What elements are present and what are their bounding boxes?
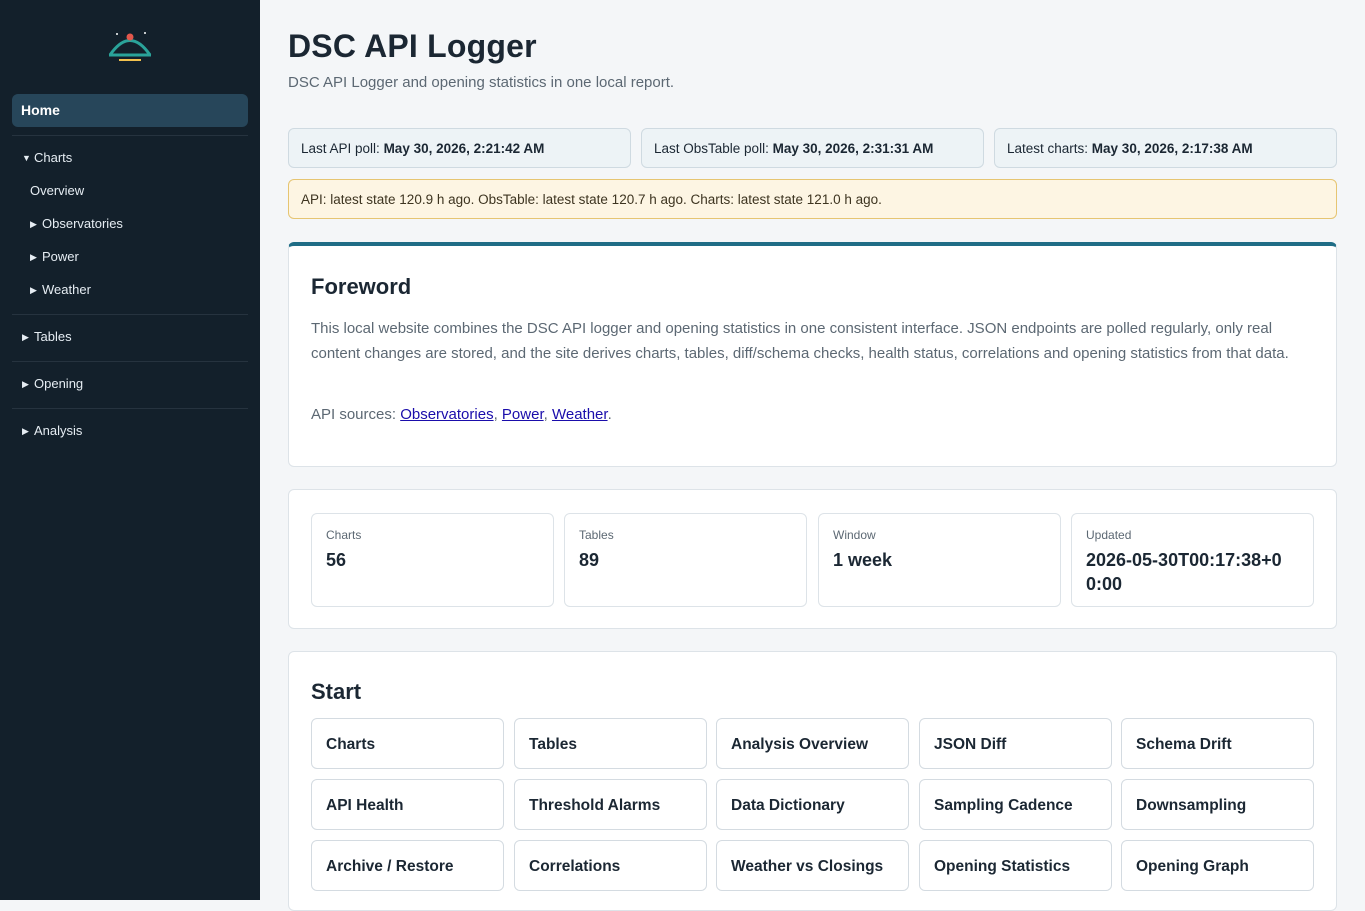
stat-window: Window 1 week [818, 513, 1061, 607]
link-separator: , [493, 406, 502, 423]
stat-label: Updated [1086, 528, 1132, 542]
page-title: DSC API Logger [288, 28, 537, 64]
nav-power[interactable]: ▶ Power [30, 248, 79, 266]
start-tile-json-diff[interactable]: JSON Diff [919, 718, 1112, 769]
nav-weather[interactable]: ▶ Weather [30, 281, 91, 299]
stats-card: Charts 56 Tables 89 Window 1 week Update… [288, 489, 1337, 629]
link-separator: , [543, 406, 552, 423]
link-end: . [607, 406, 612, 423]
divider [12, 408, 248, 409]
page-subtitle: DSC API Logger and opening statistics in… [288, 74, 675, 91]
start-tile-correlations[interactable]: Correlations [514, 840, 707, 891]
stat-value: 89 [579, 550, 600, 570]
stat-tables: Tables 89 [564, 513, 807, 607]
link-power[interactable]: Power [502, 406, 544, 423]
nav-observatories-label: Observatories [42, 216, 123, 231]
nav-overview[interactable]: Overview [30, 182, 84, 200]
stat-label: Charts [326, 528, 362, 542]
api-sources-label: API sources: [311, 406, 401, 423]
stat-value: 2026-05-30T00:17:38+00:00 [1086, 550, 1282, 594]
nav-opening[interactable]: ▶ Opening [22, 375, 83, 393]
sidebar: Home ▼ Charts Overview ▶ Observatories ▶ Po… [0, 0, 260, 900]
latest-charts: Latest charts: May 30, 2026, 2:17:38 AM [994, 128, 1337, 168]
divider [12, 314, 248, 315]
divider [12, 135, 248, 136]
foreword-text: This local website combines the DSC API … [311, 320, 1289, 362]
start-tile-data-dictionary[interactable]: Data Dictionary [716, 779, 909, 830]
start-tile-opening-graph[interactable]: Opening Graph [1121, 840, 1314, 891]
stat-updated: Updated 2026-05-30T00:17:38+00:00 [1071, 513, 1314, 607]
poll-label: Last ObsTable poll: [654, 141, 773, 156]
stat-charts: Charts 56 [311, 513, 554, 607]
start-tile-charts[interactable]: Charts [311, 718, 504, 769]
start-tile-api-health[interactable]: API Health [311, 779, 504, 830]
triangle-right-icon: ▶ [30, 285, 37, 295]
start-tile-schema-drift[interactable]: Schema Drift [1121, 718, 1314, 769]
stat-label: Tables [579, 528, 614, 542]
divider [12, 361, 248, 362]
poll-value: May 30, 2026, 2:21:42 AM [383, 141, 545, 156]
stat-value: 56 [326, 550, 347, 570]
last-obstable-poll: Last ObsTable poll: May 30, 2026, 2:31:3… [641, 128, 984, 168]
poll-label: Latest charts: [1007, 141, 1092, 156]
start-tile-archive-restore[interactable]: Archive / Restore [311, 840, 504, 891]
start-tile-opening-statistics[interactable]: Opening Statistics [919, 840, 1112, 891]
triangle-right-icon: ▶ [22, 332, 29, 342]
triangle-down-icon: ▼ [22, 153, 31, 163]
link-weather[interactable]: Weather [552, 406, 608, 423]
nav-opening-label: Opening [34, 376, 84, 391]
nav-analysis-label: Analysis [34, 423, 83, 438]
stat-value: 1 week [833, 550, 893, 570]
api-sources: API sources: Observatories, Power, Weath… [311, 406, 612, 423]
nav-charts-label: Charts [34, 150, 73, 165]
observatory-dome-icon[interactable] [105, 28, 155, 68]
triangle-right-icon: ▶ [30, 252, 37, 262]
nav-observatories[interactable]: ▶ Observatories [30, 215, 123, 233]
triangle-right-icon: ▶ [22, 379, 29, 389]
foreword-title: Foreword [311, 274, 412, 299]
start-tile-downsampling[interactable]: Downsampling [1121, 779, 1314, 830]
nav-power-label: Power [42, 249, 79, 264]
start-tile-weather-vs-closings[interactable]: Weather vs Closings [716, 840, 909, 891]
start-tile-sampling-cadence[interactable]: Sampling Cadence [919, 779, 1112, 830]
nav-charts[interactable]: ▼ Charts [22, 149, 72, 167]
start-tile-analysis-overview[interactable]: Analysis Overview [716, 718, 909, 769]
triangle-right-icon: ▶ [22, 426, 29, 436]
poll-value: May 30, 2026, 2:17:38 AM [1091, 141, 1253, 156]
poll-value: May 30, 2026, 2:31:31 AM [772, 141, 934, 156]
start-card: Start Charts Tables Analysis Overview JS… [288, 651, 1337, 911]
foreword-card: Foreword This local website combines the… [288, 242, 1337, 467]
start-title: Start [311, 679, 362, 704]
nav-weather-label: Weather [42, 282, 91, 297]
nav-tables-label: Tables [34, 329, 72, 344]
last-api-poll: Last API poll: May 30, 2026, 2:21:42 AM [288, 128, 631, 168]
link-observatories[interactable]: Observatories [400, 406, 493, 423]
start-tile-threshold-alarms[interactable]: Threshold Alarms [514, 779, 707, 830]
nav-home[interactable]: Home [12, 94, 248, 127]
staleness-warning: API: latest state 120.9 h ago. ObsTable:… [288, 179, 1337, 219]
nav-analysis[interactable]: ▶ Analysis [22, 422, 82, 440]
stat-label: Window [833, 528, 876, 542]
triangle-right-icon: ▶ [30, 219, 37, 229]
nav-tables[interactable]: ▶ Tables [22, 328, 72, 346]
start-tile-tables[interactable]: Tables [514, 718, 707, 769]
poll-label: Last API poll: [301, 141, 384, 156]
